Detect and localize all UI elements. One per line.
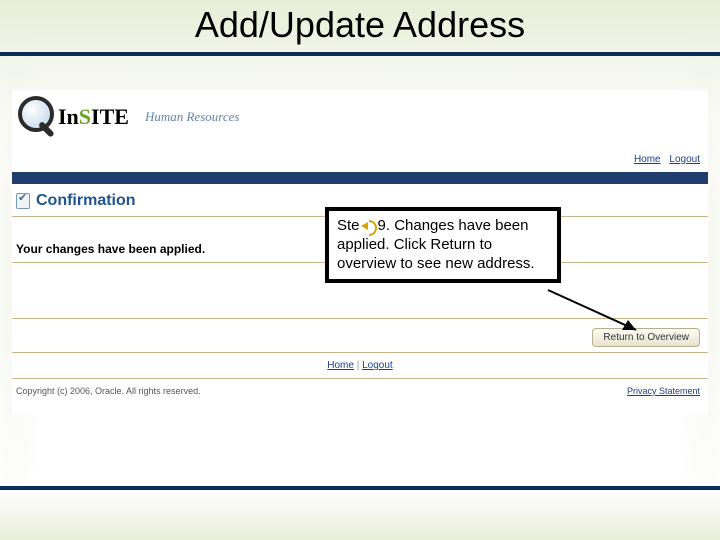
decor-top-bar bbox=[0, 52, 720, 56]
privacy-link-wrap: Privacy Statement bbox=[627, 386, 700, 396]
logo-subtitle: Human Resources bbox=[145, 109, 239, 125]
sound-icon bbox=[361, 220, 377, 232]
decor-bottom-fade bbox=[0, 490, 720, 540]
footer-links: Home | Logout bbox=[12, 360, 708, 371]
link-logout-top[interactable]: Logout bbox=[669, 154, 700, 165]
confirmation-message: Your changes have been applied. bbox=[16, 242, 205, 256]
confirmation-header: Confirmation bbox=[16, 192, 136, 210]
divider-5 bbox=[12, 378, 708, 379]
confirmation-icon bbox=[16, 193, 30, 209]
divider-3 bbox=[12, 318, 708, 319]
return-to-overview-button[interactable]: Return to Overview bbox=[592, 328, 700, 347]
callout-text-pre: Ste bbox=[337, 217, 360, 234]
magnifier-icon bbox=[16, 96, 58, 138]
slide: Add/Update Address InSITE Human Resource… bbox=[0, 0, 720, 540]
header-separator bbox=[12, 172, 708, 184]
logo: InSITE Human Resources bbox=[16, 96, 239, 138]
confirmation-title: Confirmation bbox=[36, 192, 136, 210]
logo-text-ite: ITE bbox=[91, 104, 129, 129]
divider-4 bbox=[12, 352, 708, 353]
top-links: Home Logout bbox=[628, 154, 700, 165]
link-home-footer[interactable]: Home bbox=[327, 360, 354, 371]
copyright-text: Copyright (c) 2006, Oracle. All rights r… bbox=[16, 386, 201, 396]
link-logout-footer[interactable]: Logout bbox=[362, 360, 393, 371]
logo-text: InSITE bbox=[58, 104, 129, 130]
logo-text-in: In bbox=[58, 104, 79, 129]
page-title: Add/Update Address bbox=[0, 4, 720, 46]
instruction-callout: Ste9. Changes have been applied. Click R… bbox=[325, 207, 561, 283]
link-home-top[interactable]: Home bbox=[634, 154, 661, 165]
link-privacy[interactable]: Privacy Statement bbox=[627, 386, 700, 396]
logo-text-s: S bbox=[79, 104, 91, 129]
